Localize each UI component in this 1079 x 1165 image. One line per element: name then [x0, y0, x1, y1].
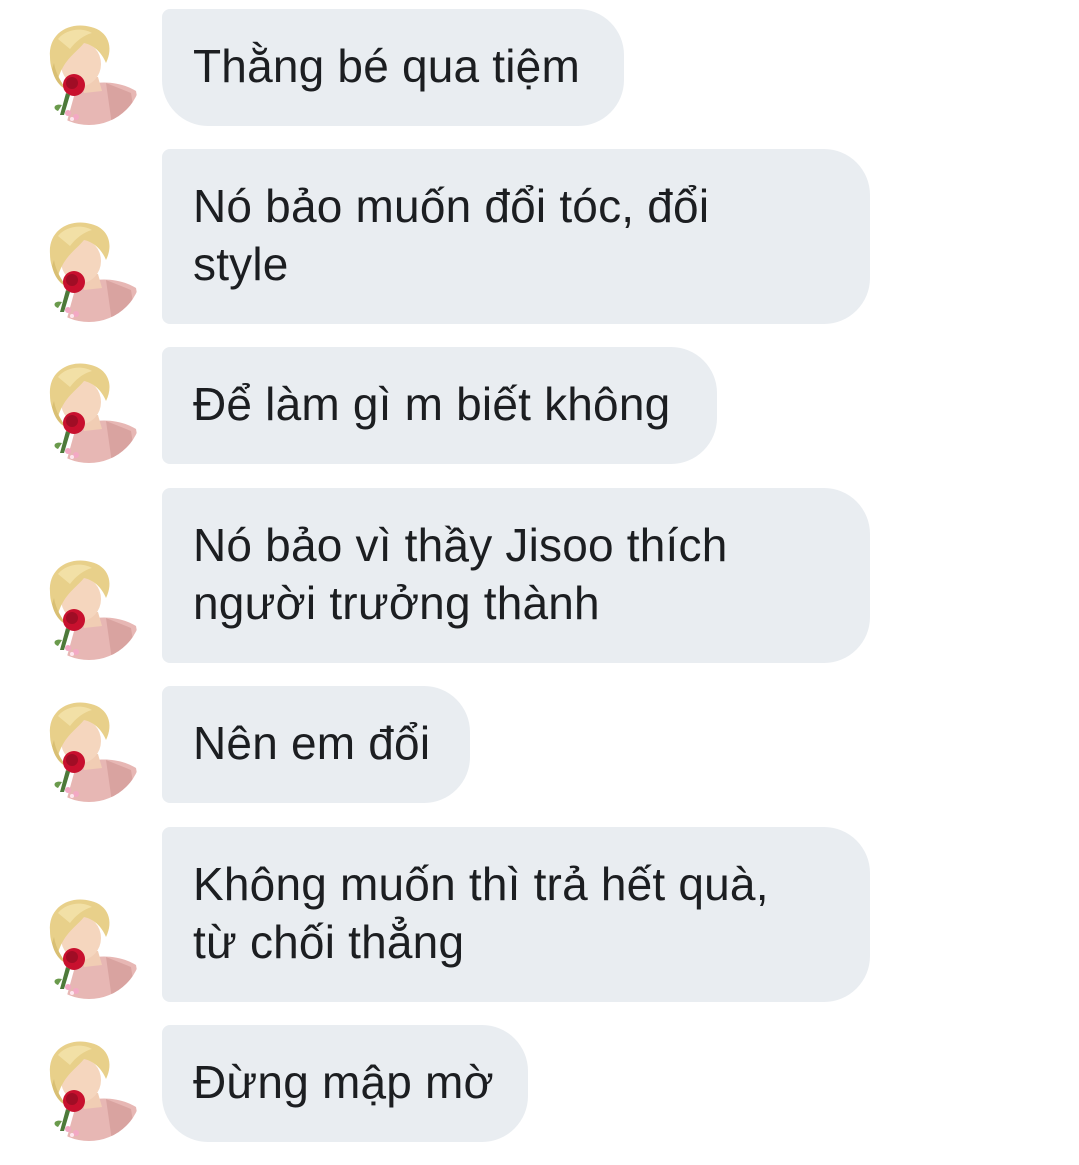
message-bubble[interactable]: Nó bảo muốn đổi tóc, đổi style	[162, 149, 870, 324]
message-bubble[interactable]: Nó bảo vì thầy Jisoo thích người trưởng …	[162, 488, 870, 663]
message-bubble[interactable]: Nên em đổi	[162, 686, 470, 803]
avatar-icon[interactable]	[36, 216, 142, 322]
message-bubble[interactable]: Không muốn thì trả hết quà, từ chối thẳn…	[162, 827, 870, 1002]
avatar-icon[interactable]	[36, 19, 142, 125]
message-bubble[interactable]: Đừng mập mờ	[162, 1025, 528, 1142]
avatar-icon[interactable]	[36, 696, 142, 802]
avatar-icon[interactable]	[36, 357, 142, 463]
message-bubble[interactable]: Thằng bé qua tiệm	[162, 9, 624, 126]
avatar-icon[interactable]	[36, 893, 142, 999]
avatar-icon[interactable]	[36, 554, 142, 660]
message-bubble[interactable]: Để làm gì m biết không	[162, 347, 717, 464]
avatar-icon[interactable]	[36, 1035, 142, 1141]
